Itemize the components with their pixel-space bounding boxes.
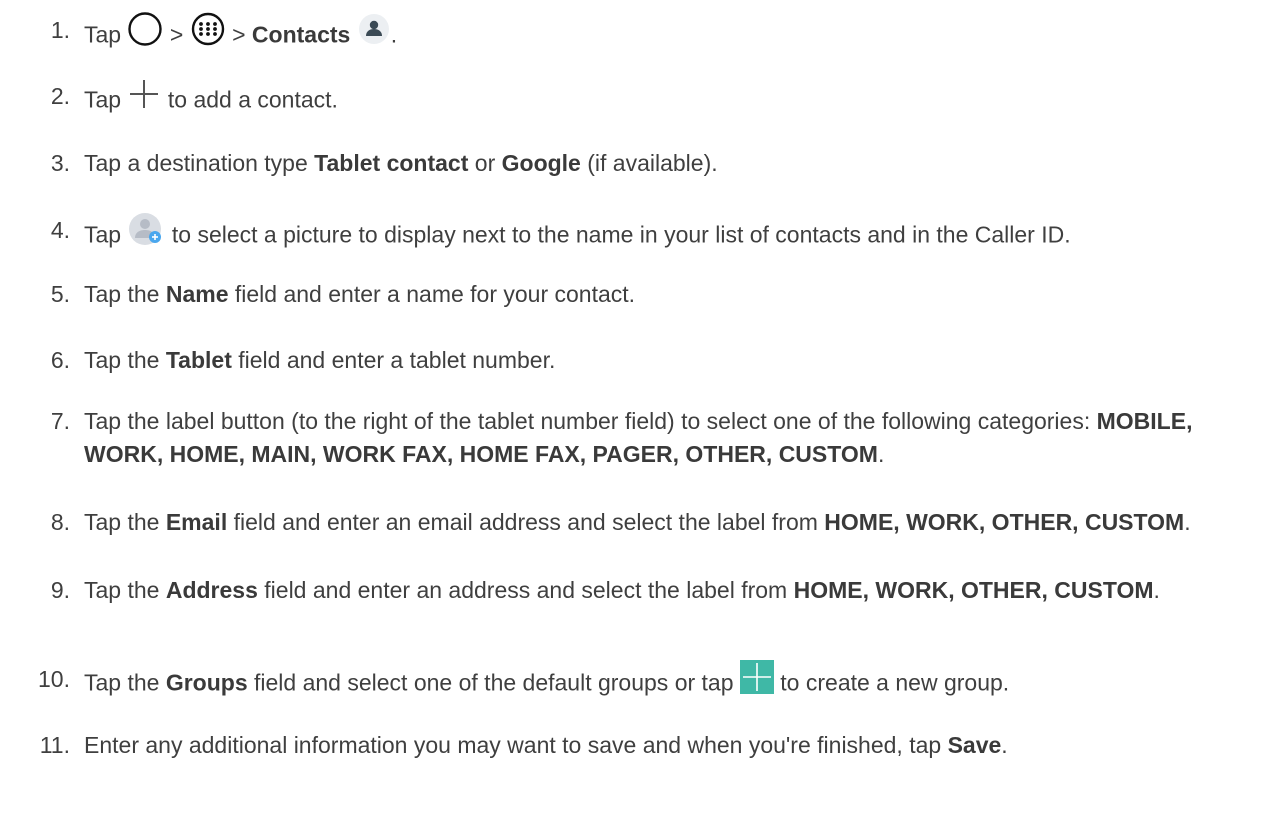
bold-term: Address (165, 577, 258, 603)
bold-term: Google (501, 150, 581, 176)
bold-term: Groups (165, 669, 248, 696)
bold-term: Save (947, 732, 1002, 758)
step-text-fragment: field and enter a tablet number. (231, 347, 556, 373)
step-number: 11. (39, 732, 70, 758)
step-text-fragment: Tap (84, 221, 128, 248)
step-text-fragment: to add a contact. (161, 86, 338, 113)
step-number: 2. (50, 83, 70, 109)
step-text: Tap to add a contact. (84, 80, 1262, 123)
step-number: 5. (50, 281, 70, 307)
step-text: Tap to select a picture to display next … (84, 211, 1262, 259)
step-text-fragment: Tap a destination type (84, 150, 315, 176)
step-text-fragment: field and enter an email address and sel… (227, 509, 825, 535)
step-text: Tap the Address field and enter an addre… (84, 574, 1262, 607)
bold-term: HOME, WORK, OTHER, CUSTOM (793, 577, 1154, 603)
step-text-fragment: Tap the (84, 577, 166, 603)
step-number: 9. (50, 577, 70, 603)
bold-term: Tablet (165, 347, 232, 373)
add-plus-icon (127, 77, 161, 120)
step-text-fragment: or (468, 150, 502, 176)
step-text-fragment: > (225, 21, 252, 48)
step-text-fragment: . (1153, 577, 1160, 603)
step-text-fragment: . (390, 21, 398, 48)
step-text-fragment: > (163, 21, 190, 48)
bold-term: Name (165, 281, 229, 307)
step-text-fragment: Tap (84, 21, 128, 48)
step-text-fragment: . (877, 441, 885, 467)
step-text: Tap the label button (to the right of th… (84, 405, 1262, 471)
step-text-fragment: Tap (84, 86, 128, 113)
home-circle-icon (127, 11, 163, 56)
step-text: Tap a destination type Tablet contact or… (84, 147, 1262, 180)
contacts-app-icon (357, 12, 391, 55)
step-text-fragment: field and enter a name for your contact. (228, 281, 636, 307)
step-text-fragment: Tap the (84, 509, 166, 535)
add-group-icon (739, 660, 774, 703)
step-text-fragment: Tap the (84, 347, 166, 373)
step-text-fragment: Tap the (84, 281, 166, 307)
step-text-fragment: Enter any additional information you may… (84, 732, 948, 758)
step-text: Tap the Email field and enter an email a… (84, 506, 1262, 539)
step-number: 3. (50, 150, 70, 176)
step-text: Tap > > Contacts . (84, 11, 1262, 59)
bold-term: Contacts (251, 21, 351, 48)
step-number: 7. (50, 408, 70, 434)
step-number: 10. (38, 666, 70, 692)
step-number: 1. (50, 17, 70, 43)
step-text-fragment: field and select one of the default grou… (247, 669, 740, 696)
step-text-fragment: Tap the label button (to the right of th… (84, 408, 1097, 434)
step-text: Tap the Name field and enter a name for … (84, 278, 1262, 311)
step-text-fragment: (if available). (580, 150, 718, 176)
apps-grid-icon (190, 11, 226, 56)
bold-term: Tablet contact (314, 150, 469, 176)
step-text-fragment: . (1184, 509, 1191, 535)
bold-term: Email (165, 509, 228, 535)
step-number: 6. (50, 347, 70, 373)
add-photo-icon (127, 211, 165, 256)
step-text-fragment: Tap the (84, 669, 166, 696)
step-text: Tap the Tablet field and enter a tablet … (84, 344, 1262, 377)
step-text-fragment: to create a new group. (773, 669, 1010, 696)
step-number: 8. (50, 509, 70, 535)
step-text: Tap the Groups field and select one of t… (84, 660, 1262, 706)
step-text: Enter any additional information you may… (84, 729, 1262, 762)
bold-term: HOME, WORK, OTHER, CUSTOM (824, 509, 1185, 535)
step-number: 4. (50, 217, 70, 243)
step-text-fragment: to select a picture to display next to t… (165, 221, 1071, 248)
step-text-fragment: field and enter an address and select th… (257, 577, 794, 603)
step-text-fragment: . (1001, 732, 1008, 758)
